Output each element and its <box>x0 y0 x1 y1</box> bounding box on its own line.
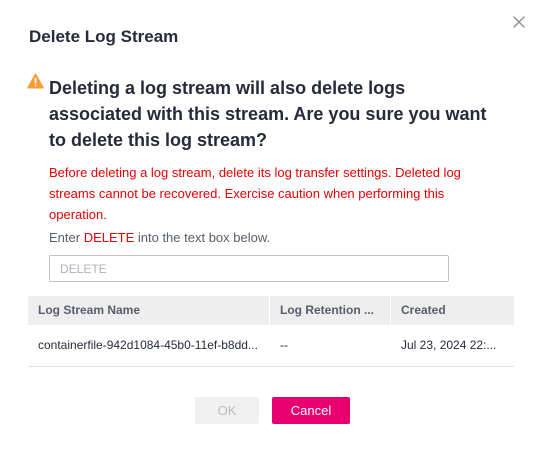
delete-confirm-input[interactable] <box>49 255 449 282</box>
confirmation-question: Deleting a log stream will also delete l… <box>49 78 487 150</box>
table-header: Log Stream Name Log Retention ... Create… <box>28 296 514 325</box>
cell-created: Jul 23, 2024 22:... <box>401 338 497 352</box>
column-header-log-retention: Log Retention ... <box>270 296 391 325</box>
log-stream-table: Log Stream Name Log Retention ... Create… <box>28 296 514 367</box>
instruction-suffix: into the text box below. <box>134 230 271 245</box>
column-header-log-stream-name: Log Stream Name <box>28 296 270 325</box>
instruction-keyword: DELETE <box>83 230 135 245</box>
cell-log-retention: -- <box>280 338 288 352</box>
cancel-button[interactable]: Cancel <box>272 397 350 424</box>
column-header-created: Created <box>401 303 446 317</box>
instruction-text: Enter DELETE into the text box below. <box>49 230 270 245</box>
table-row: containerfile-942d1084-45b0-11ef-b8dd...… <box>28 325 514 367</box>
cell-log-stream-name: containerfile-942d1084-45b0-11ef-b8dd... <box>38 338 258 352</box>
instruction-prefix: Enter <box>49 230 84 245</box>
ok-button[interactable]: OK <box>195 397 259 424</box>
dialog-footer: OK Cancel <box>0 397 539 424</box>
close-icon[interactable] <box>510 13 528 31</box>
delete-log-stream-dialog: Delete Log Stream Deleting a log stream … <box>0 0 539 451</box>
dialog-title: Delete Log Stream <box>29 27 179 46</box>
deletion-warning: Before deleting a log stream, delete its… <box>49 165 461 222</box>
warning-icon <box>27 73 44 89</box>
